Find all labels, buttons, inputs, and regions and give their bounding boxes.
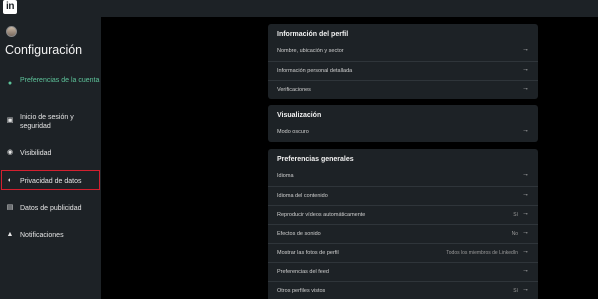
row-people-also-viewed[interactable]: Otros perfiles vistos Sí →: [268, 281, 538, 299]
row-value: Sí: [513, 212, 518, 218]
row-value: Todos los miembros de LinkedIn: [446, 250, 518, 256]
arrow-right-icon: →: [522, 85, 529, 92]
row-label: Idioma: [277, 173, 294, 179]
row-sound-effects[interactable]: Efectos de sonido No →: [268, 224, 538, 243]
arrow-right-icon: →: [522, 171, 529, 178]
row-profile-photos[interactable]: Mostrar las fotos de perfil Todos los mi…: [268, 243, 538, 262]
row-label: Modo oscuro: [277, 129, 309, 135]
section-title: Visualización: [277, 112, 322, 119]
row-value: No: [511, 231, 518, 237]
lock-icon: ▣: [6, 117, 14, 124]
row-feed-preferences[interactable]: Preferencias del feed →: [268, 262, 538, 281]
arrow-right-icon: →: [522, 191, 529, 198]
row-autoplay-videos[interactable]: Reproducir vídeos automáticamente Sí →: [268, 205, 538, 224]
arrow-right-icon: →: [522, 229, 529, 236]
row-dark-mode[interactable]: Modo oscuro →: [268, 123, 538, 142]
row-label: Preferencias del feed: [277, 269, 329, 275]
section-title: Preferencias generales: [277, 156, 354, 163]
row-verifications[interactable]: Verificaciones →: [268, 80, 538, 99]
row-content-language[interactable]: Idioma del contenido →: [268, 186, 538, 205]
row-language[interactable]: Idioma →: [268, 167, 538, 186]
row-label: Idioma del contenido: [277, 193, 328, 199]
sidebar-item-label: Preferencias de la cuenta: [20, 77, 100, 84]
arrow-right-icon: →: [522, 66, 529, 73]
sidebar-item-label: Visibilidad: [20, 150, 52, 157]
section-title: Información del perfil: [277, 31, 349, 38]
eye-icon: ◉: [6, 149, 14, 156]
bell-icon: ▲: [6, 231, 14, 238]
sidebar-item-label: Inicio de sesión y seguridad: [20, 114, 74, 130]
sidebar-item-label: Datos de publicidad: [20, 205, 82, 212]
row-label: Nombre, ubicación y sector: [277, 48, 344, 54]
selection-highlight: [1, 170, 100, 190]
arrow-right-icon: →: [522, 267, 529, 274]
ad-icon: ▤: [6, 204, 14, 211]
top-bar: in: [0, 0, 598, 17]
profile-info-card: Información del perfil Nombre, ubicación…: [268, 24, 538, 99]
avatar[interactable]: [6, 26, 17, 37]
display-card: Visualización Modo oscuro →: [268, 105, 538, 142]
row-label: Efectos de sonido: [277, 231, 321, 237]
arrow-right-icon: →: [522, 46, 529, 53]
arrow-right-icon: →: [522, 286, 529, 293]
settings-sidebar: Configuración ● Preferencias de la cuent…: [0, 17, 101, 299]
arrow-right-icon: →: [522, 127, 529, 134]
row-value: Sí: [513, 288, 518, 294]
sidebar-title: Configuración: [5, 43, 83, 57]
row-label: Verificaciones: [277, 87, 311, 93]
linkedin-logo-icon[interactable]: in: [3, 0, 17, 14]
general-preferences-card: Preferencias generales Idioma → Idioma d…: [268, 149, 538, 299]
row-name-location-industry[interactable]: Nombre, ubicación y sector →: [268, 42, 538, 61]
row-label: Otros perfiles vistos: [277, 288, 326, 294]
arrow-right-icon: →: [522, 210, 529, 217]
sidebar-item-label: Notificaciones: [20, 232, 64, 239]
arrow-right-icon: →: [522, 248, 529, 255]
row-personal-info[interactable]: Información personal detallada →: [268, 61, 538, 80]
person-icon: ●: [7, 80, 13, 87]
row-label: Reproducir vídeos automáticamente: [277, 212, 366, 218]
row-label: Información personal detallada: [277, 68, 353, 74]
row-label: Mostrar las fotos de perfil: [277, 250, 339, 256]
